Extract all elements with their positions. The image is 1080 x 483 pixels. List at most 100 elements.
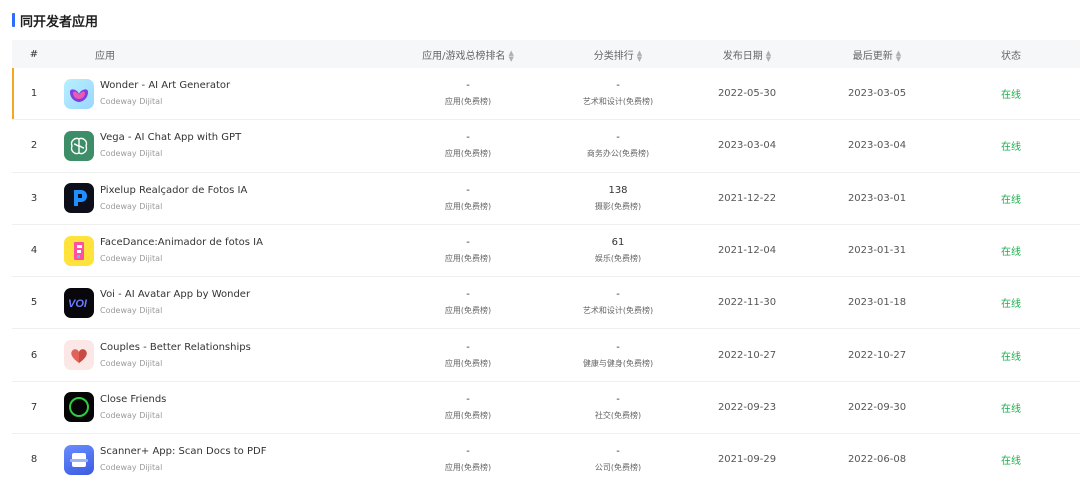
table-row[interactable]: 7 Close Friends Codeway Dijital - 应用(免费榜… [12, 382, 1080, 435]
last-update-date: 2022-10-27 [847, 349, 907, 361]
app-developer[interactable]: Codeway Dijital [100, 95, 230, 108]
total-rank-value: - [466, 184, 470, 196]
app-developer[interactable]: Codeway Dijital [100, 200, 247, 213]
app-developer[interactable]: Codeway Dijital [100, 357, 251, 370]
status-badge: 在线 [1001, 194, 1021, 206]
header-index: # [29, 48, 39, 60]
status-badge: 在线 [1001, 299, 1021, 311]
app-developer[interactable]: Codeway Dijital [100, 147, 241, 160]
category-rank-value: - [616, 446, 620, 458]
total-rank-label: 应用(免费榜) [444, 306, 492, 316]
apps-table: # 应用 应用/游戏总榜排名 ▲ ▼ 分类排行 ▲ ▼ 发布日期 ▲ ▼ 最后更新 ▲ ▼ 状态… [12, 40, 1080, 483]
total-rank-value: - [466, 446, 470, 458]
voi-icon[interactable]: VOI [64, 287, 94, 318]
sort-icon[interactable]: ▲ ▼ [637, 49, 642, 62]
app-name[interactable]: Pixelup Realçador de Fotos IA [100, 184, 247, 198]
category-rank-label: 娱乐(免费榜) [594, 254, 642, 264]
category-rank-value: - [616, 341, 620, 353]
page-title: 同开发者应用 [20, 14, 99, 30]
category-rank-label: 健康与健身(免费榜) [582, 358, 654, 368]
app-developer[interactable]: Codeway Dijital [100, 409, 166, 422]
facedance-icon[interactable] [64, 235, 94, 266]
vega-brain-icon[interactable] [64, 130, 94, 161]
sort-icon[interactable]: ▲ ▼ [896, 49, 901, 62]
table-row[interactable]: 4 FaceDance:Animador de fotos IA Codeway… [12, 225, 1080, 278]
last-update-date: 2023-03-05 [847, 88, 907, 100]
app-developer[interactable]: Codeway Dijital [100, 461, 266, 474]
app-cell[interactable]: FaceDance:Animador de fotos IA Codeway D… [56, 235, 382, 266]
wonder-icon[interactable] [64, 78, 94, 109]
app-cell[interactable]: Wonder - AI Art Generator Codeway Dijita… [56, 78, 382, 109]
app-name[interactable]: Close Friends [100, 393, 166, 407]
status-badge: 在线 [1001, 142, 1021, 154]
svg-text:VOI: VOI [68, 298, 88, 310]
header-category-rank-label: 分类排行 [593, 50, 634, 62]
total-rank-label: 应用(免费榜) [444, 254, 492, 264]
category-rank-label: 艺术和设计(免费榜) [582, 306, 654, 316]
total-rank-label: 应用(免费榜) [444, 149, 492, 159]
total-rank-label: 应用(免费榜) [444, 97, 492, 107]
app-cell[interactable]: Close Friends Codeway Dijital [56, 392, 382, 423]
app-name[interactable]: Vega - AI Chat App with GPT [100, 131, 241, 145]
row-index: 2 [30, 140, 38, 152]
last-update-date: 2023-03-01 [847, 192, 907, 204]
header-app: 应用 [95, 50, 115, 62]
app-cell[interactable]: Scanner+ App: Scan Docs to PDF Codeway D… [56, 444, 382, 475]
header-total-rank[interactable]: 应用/游戏总榜排名 ▲ ▼ [382, 47, 554, 62]
app-name[interactable]: FaceDance:Animador de fotos IA [100, 236, 263, 250]
table-row[interactable]: 3 Pixelup Realçador de Fotos IA Codeway … [12, 173, 1080, 225]
total-rank-value: - [466, 393, 470, 405]
app-name[interactable]: Scanner+ App: Scan Docs to PDF [100, 445, 266, 459]
scanner-icon[interactable] [64, 444, 94, 475]
release-date: 2021-12-22 [717, 192, 777, 204]
category-rank-label: 摄影(免费榜) [594, 201, 642, 211]
sort-icon[interactable]: ▲ ▼ [766, 49, 771, 62]
category-rank-value: - [616, 289, 620, 301]
status-badge: 在线 [1001, 403, 1021, 415]
row-index: 6 [30, 349, 38, 361]
header-status: 状态 [1001, 50, 1021, 62]
status-badge: 在线 [1001, 90, 1021, 102]
app-developer[interactable]: Codeway Dijital [100, 304, 250, 317]
last-update-date: 2023-01-18 [847, 297, 907, 309]
category-rank-value: - [616, 132, 620, 144]
last-update-date: 2022-09-30 [847, 401, 907, 413]
category-rank-label: 商务办公(免费榜) [586, 149, 650, 159]
table-row[interactable]: 2 Vega - AI Chat App with GPT Codeway Di… [12, 120, 1080, 173]
last-update-date: 2023-03-04 [847, 140, 907, 152]
status-badge: 在线 [1001, 351, 1021, 363]
app-name[interactable]: Voi - AI Avatar App by Wonder [100, 288, 250, 302]
header-category-rank[interactable]: 分类排行 ▲ ▼ [554, 47, 682, 62]
table-row[interactable]: 5 VOI Voi - AI Avatar App by Wonder Code… [12, 277, 1080, 330]
table-row[interactable]: 8 Scanner+ App: Scan Docs to PDF Codeway… [12, 434, 1080, 483]
app-cell[interactable]: VOI Voi - AI Avatar App by Wonder Codewa… [56, 287, 382, 318]
category-rank-label: 社交(免费榜) [594, 410, 642, 420]
pixelup-icon[interactable] [64, 183, 94, 214]
sort-icon[interactable]: ▲ ▼ [508, 49, 513, 62]
app-developer[interactable]: Codeway Dijital [100, 252, 263, 265]
release-date: 2021-09-29 [717, 454, 777, 466]
release-date: 2022-09-23 [717, 401, 777, 413]
total-rank-label: 应用(免费榜) [444, 410, 492, 420]
close-friends-ring-icon[interactable] [64, 392, 94, 423]
category-rank-value: - [616, 80, 620, 92]
app-cell[interactable]: Pixelup Realçador de Fotos IA Codeway Di… [56, 183, 382, 214]
header-release-date[interactable]: 发布日期 ▲ ▼ [682, 47, 812, 62]
table-row[interactable]: 6 Couples - Better Relationships Codeway… [12, 329, 1080, 382]
app-name[interactable]: Couples - Better Relationships [100, 341, 251, 355]
table-row[interactable]: 1 Wonder - AI Art Generator Codeway Diji… [12, 68, 1080, 121]
header-last-update[interactable]: 最后更新 ▲ ▼ [812, 47, 942, 62]
total-rank-value: - [466, 132, 470, 144]
category-rank-value: - [616, 393, 620, 405]
app-cell[interactable]: Couples - Better Relationships Codeway D… [56, 340, 382, 371]
total-rank-label: 应用(免费榜) [444, 201, 492, 211]
status-badge: 在线 [1001, 247, 1021, 259]
couples-heart-icon[interactable] [64, 340, 94, 371]
header-release-date-label: 发布日期 [722, 50, 763, 62]
category-rank-label: 公司(免费榜) [594, 463, 642, 473]
release-date: 2022-05-30 [717, 88, 777, 100]
app-name[interactable]: Wonder - AI Art Generator [100, 79, 230, 93]
total-rank-value: - [466, 80, 470, 92]
app-cell[interactable]: Vega - AI Chat App with GPT Codeway Diji… [56, 130, 382, 161]
total-rank-label: 应用(免费榜) [444, 463, 492, 473]
